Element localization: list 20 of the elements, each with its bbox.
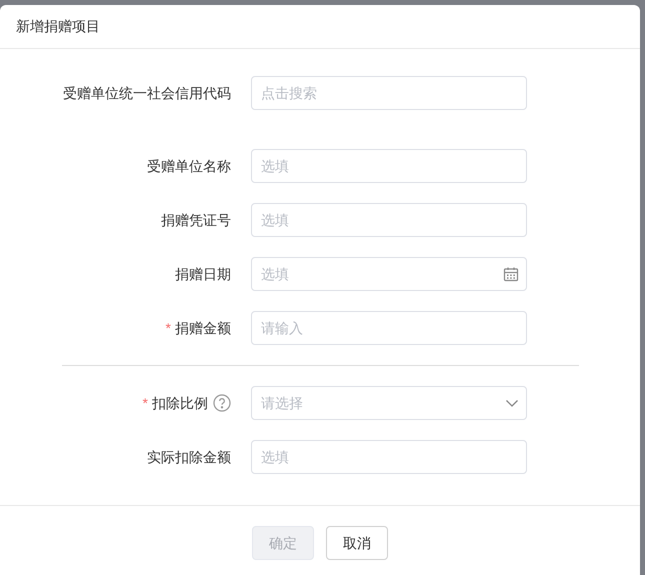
dialog-title: 新增捐赠项目 (16, 17, 100, 36)
select-field[interactable]: 请选择 (251, 386, 527, 420)
date-field[interactable]: 选填 (251, 257, 527, 291)
field-label: 受赠单位统一社会信用代码 (63, 84, 231, 102)
calendar-icon (503, 266, 519, 282)
field-label: 受赠单位名称 (147, 156, 231, 176)
input-field[interactable]: 选填 (251, 203, 527, 237)
search-field[interactable]: 点击搜索 (251, 76, 527, 110)
input-field[interactable]: 选填 (251, 440, 527, 474)
input-field[interactable]: 请输入 (251, 311, 527, 345)
field-label: 捐赠金额 (175, 318, 231, 338)
help-icon[interactable] (213, 394, 231, 412)
field-label: 捐赠日期 (175, 264, 231, 284)
field-label: 扣除比例 (152, 394, 208, 412)
input-field[interactable]: 选填 (251, 149, 527, 183)
field-label: 捐赠凭证号 (161, 210, 231, 230)
required-asterisk: * (166, 318, 171, 338)
cancel-button[interactable]: 取消 (326, 526, 388, 560)
field-label: 实际扣除金额 (147, 448, 231, 466)
required-asterisk: * (142, 394, 148, 412)
